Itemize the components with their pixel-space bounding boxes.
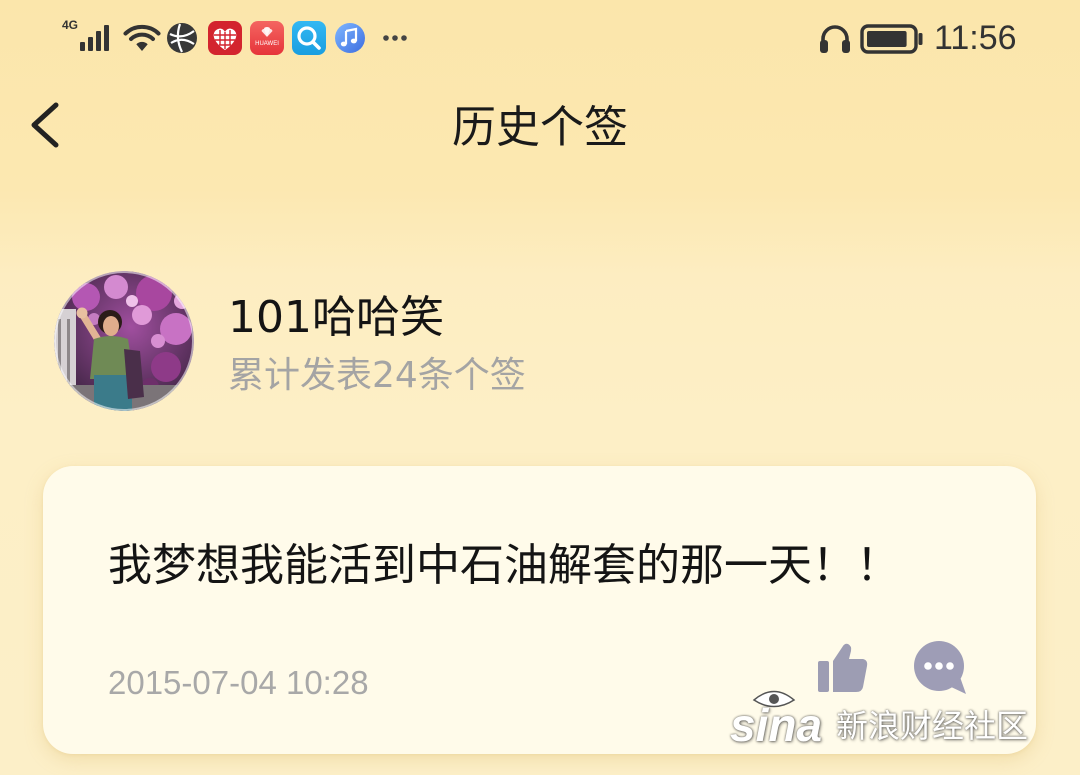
profile-name: 101哈哈笑 — [228, 292, 444, 343]
sina-logo: sina — [730, 699, 823, 751]
chevron-left-icon — [31, 102, 59, 148]
signal-bar — [80, 42, 85, 51]
red-heart-app-icon — [208, 21, 242, 55]
signature-count: 累计发表24条个签 — [228, 355, 526, 396]
watermark-text: 新浪财经社区 — [836, 707, 1029, 745]
more-notifications-icon — [383, 35, 407, 41]
battery-level-fill — [867, 31, 907, 47]
avatar[interactable] — [54, 271, 194, 411]
signal-icon — [80, 25, 109, 51]
like-button[interactable] — [818, 643, 868, 693]
comment-bubble-icon — [914, 641, 966, 694]
page-title: 历史个签 — [452, 102, 628, 153]
headphones-icon — [820, 25, 850, 53]
signal-bar — [96, 31, 101, 51]
huawei-app-label: HUAWEI — [255, 41, 279, 47]
music-app-icon — [335, 23, 365, 53]
back-button[interactable] — [20, 96, 72, 154]
huawei-mall-app-icon: HUAWEI — [250, 21, 284, 55]
comment-button[interactable] — [913, 640, 967, 694]
signal-bar — [88, 37, 93, 51]
clock-time: 11:56 — [934, 19, 1017, 57]
battery-icon — [860, 24, 923, 54]
wifi-icon — [123, 25, 161, 51]
thumbs-up-icon — [818, 643, 868, 692]
search-app-icon — [292, 21, 326, 55]
signature-timestamp: 2015-07-04 10:28 — [108, 664, 369, 701]
huawei-logo-icon — [261, 27, 273, 37]
network-type-label: 4G — [62, 18, 79, 32]
signal-bar — [104, 25, 109, 51]
globe-app-icon — [167, 23, 197, 53]
signature-text: 我梦想我能活到中石油解套的那一天！！ — [108, 541, 900, 591]
